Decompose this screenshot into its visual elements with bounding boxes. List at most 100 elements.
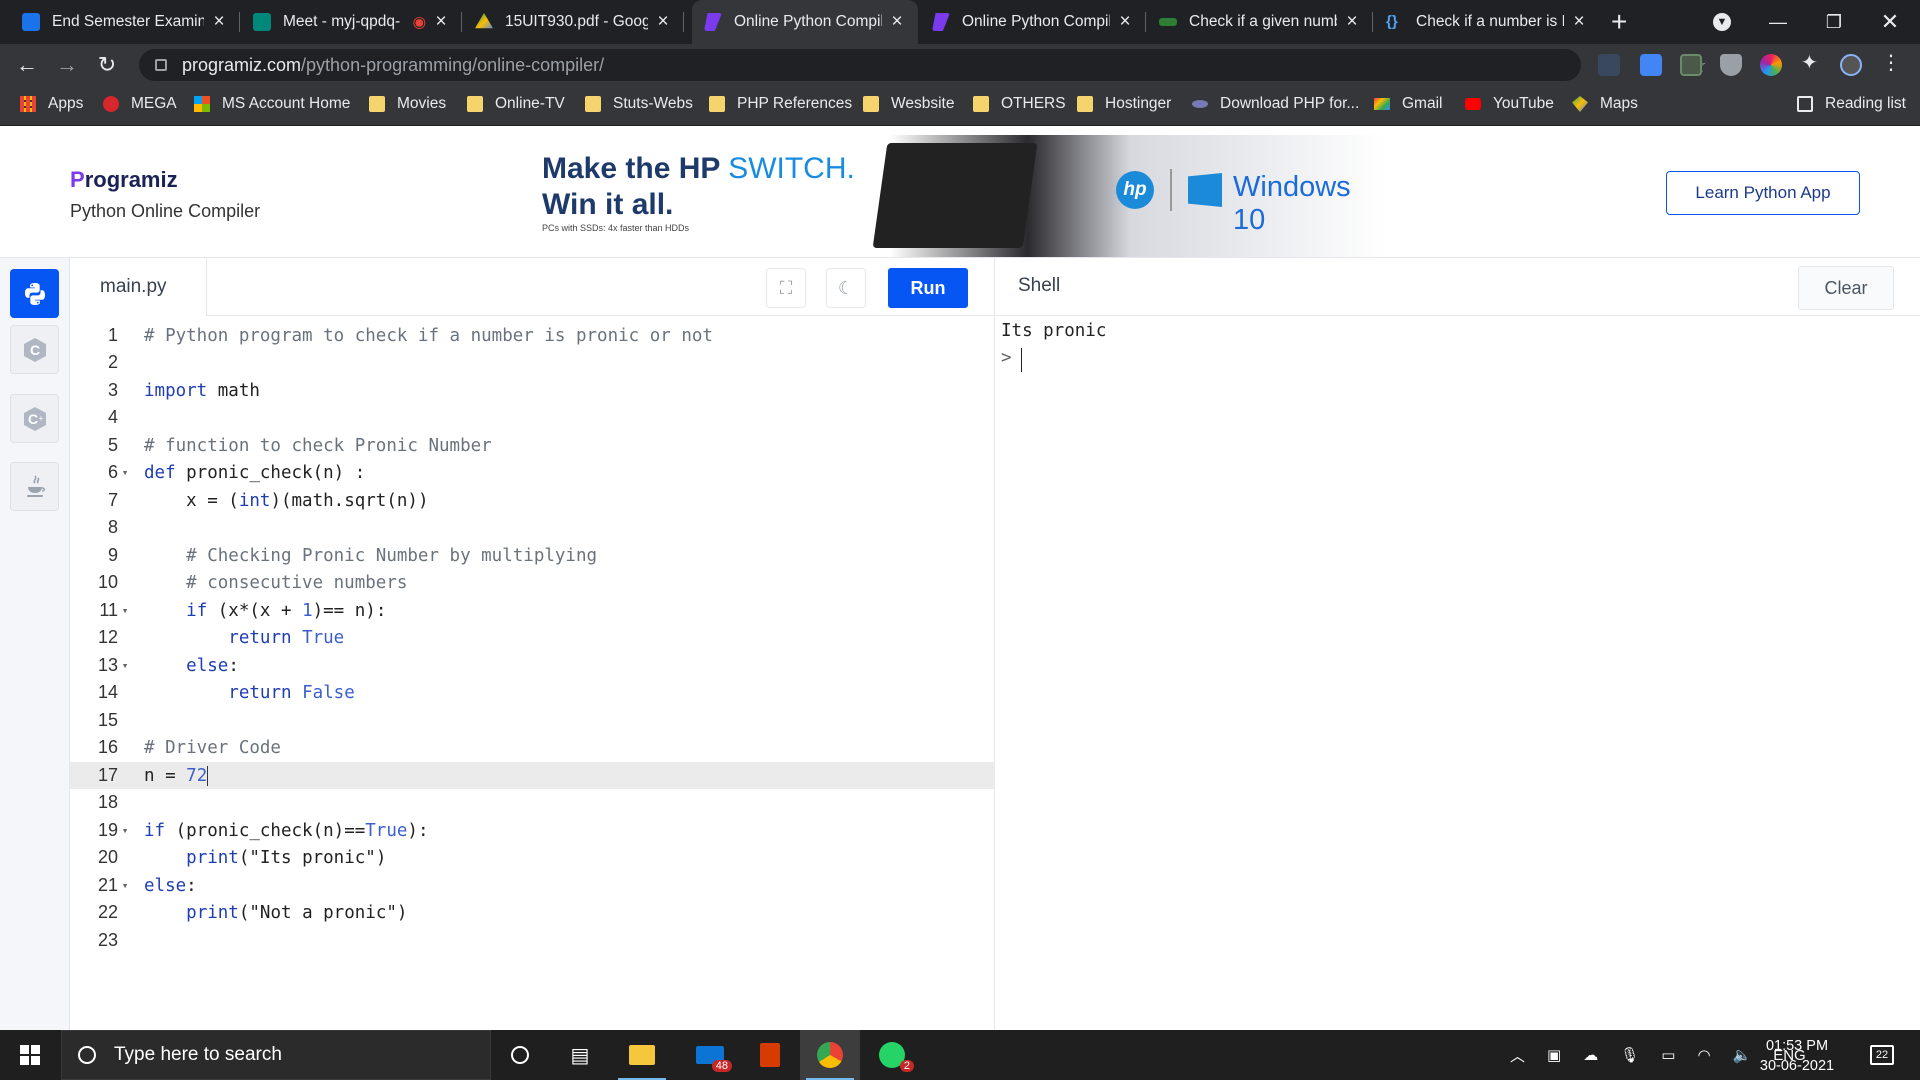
reading-list-button[interactable]: Reading list bbox=[1797, 95, 1906, 113]
minimize-icon[interactable]: — bbox=[1750, 0, 1806, 44]
close-tab-icon[interactable]: × bbox=[432, 11, 450, 33]
bookmarks-bar: Apps MEGA MS Account Home Movies Online-… bbox=[0, 86, 1920, 126]
bookmark-apps[interactable]: Apps bbox=[20, 95, 83, 113]
color-picker-icon[interactable] bbox=[1760, 54, 1782, 76]
close-tab-icon[interactable]: × bbox=[210, 11, 228, 33]
task-view-icon[interactable]: ▤ bbox=[550, 1030, 610, 1080]
fullscreen-icon[interactable]: ⛶ bbox=[766, 268, 806, 308]
dark-mode-moon-icon[interactable]: ☾ bbox=[826, 268, 866, 308]
extension-icon[interactable] bbox=[1680, 54, 1702, 76]
browser-tab-active[interactable]: Online Python Compil × bbox=[692, 0, 918, 44]
advertisement-banner[interactable]: Make the HP SWITCH. Win it all. PCs with … bbox=[530, 135, 1388, 257]
address-bar[interactable]: programiz.com/python-programming/online-… bbox=[139, 49, 1707, 81]
programiz-icon bbox=[932, 13, 950, 31]
windows-logo-icon bbox=[1188, 173, 1222, 207]
extension-icon[interactable] bbox=[1598, 54, 1620, 76]
classroom-icon bbox=[22, 13, 40, 31]
code-line: 22 print("Not a pronic") bbox=[97, 902, 408, 923]
forward-icon[interactable]: → bbox=[52, 50, 82, 80]
close-tab-icon[interactable]: × bbox=[1343, 11, 1361, 33]
taskbar-clock[interactable]: 01:53 PM 30-06-2021 bbox=[1752, 1036, 1842, 1076]
code-line: 2 bbox=[107, 352, 118, 372]
taskbar-search[interactable]: Type here to search bbox=[61, 1030, 491, 1080]
bookmark-ms-account[interactable]: MS Account Home bbox=[194, 95, 350, 113]
close-tab-icon[interactable]: × bbox=[1116, 11, 1134, 33]
code-line: 1 # Python program to check if a number i… bbox=[107, 325, 713, 346]
bookmark-download-php[interactable]: Download PHP for... bbox=[1192, 95, 1359, 113]
file-explorer-icon[interactable] bbox=[612, 1030, 672, 1080]
whatsapp-icon[interactable]: 2 bbox=[862, 1030, 922, 1080]
python-icon bbox=[24, 282, 45, 305]
code-line: 13 ▾ else: bbox=[97, 655, 239, 676]
bookmark-gmail[interactable]: Gmail bbox=[1374, 95, 1442, 113]
clear-button[interactable]: Clear bbox=[1798, 266, 1894, 310]
programiz-logo[interactable]: Programiz bbox=[70, 167, 178, 193]
bookmark-youtube[interactable]: YouTube bbox=[1465, 95, 1554, 113]
bookmark-folder-others[interactable]: OTHERS bbox=[973, 95, 1066, 113]
shield-icon[interactable] bbox=[1720, 54, 1742, 76]
bookmark-folder-php-references[interactable]: PHP References bbox=[709, 95, 852, 113]
code-line: 14 return False bbox=[97, 682, 355, 703]
folder-icon bbox=[585, 96, 601, 112]
volume-icon[interactable]: 🔈 bbox=[1733, 1046, 1752, 1064]
close-tab-icon[interactable]: × bbox=[1570, 11, 1588, 33]
avatar[interactable] bbox=[1840, 54, 1862, 76]
code-area[interactable]: 1 # Python program to check if a number i… bbox=[70, 316, 995, 1030]
chrome-icon[interactable] bbox=[800, 1030, 860, 1080]
bookmark-folder-movies[interactable]: Movies bbox=[369, 95, 446, 113]
browser-tab[interactable]: {} Check if a number is P × bbox=[1374, 0, 1600, 44]
close-tab-icon[interactable]: × bbox=[654, 11, 672, 33]
puzzle-icon[interactable]: ✦ bbox=[1801, 50, 1823, 74]
mail-icon[interactable]: 48 bbox=[680, 1030, 740, 1080]
shell-prompt[interactable]: > bbox=[1001, 348, 1012, 368]
cpp-language-button[interactable]: C + bbox=[10, 394, 59, 443]
tab-search-icon[interactable]: ▼ bbox=[1694, 0, 1750, 44]
c-language-button[interactable]: C bbox=[10, 325, 59, 374]
office-icon[interactable] bbox=[740, 1030, 800, 1080]
start-button[interactable] bbox=[0, 1030, 60, 1080]
meet-icon bbox=[253, 13, 271, 31]
browser-tab[interactable]: Meet - myj-qpdq- ◉ × bbox=[241, 0, 462, 44]
bookmark-maps[interactable]: Maps bbox=[1572, 95, 1638, 113]
battery-icon[interactable]: ▭ bbox=[1661, 1046, 1675, 1064]
file-tab-main-py[interactable]: main.py bbox=[70, 258, 207, 316]
onedrive-cloud-icon[interactable]: ☁ bbox=[1583, 1046, 1598, 1064]
code-line: 18 bbox=[97, 792, 118, 812]
code-line: 11 ▾ if (x*(x + 1)== n): bbox=[99, 600, 387, 621]
python-language-button[interactable] bbox=[10, 269, 59, 318]
bookmark-mega[interactable]: MEGA bbox=[103, 95, 177, 113]
browser-tab[interactable]: End Semester Examina × bbox=[10, 0, 240, 44]
learn-python-app-button[interactable]: Learn Python App bbox=[1666, 171, 1860, 215]
restore-icon[interactable]: ❐ bbox=[1806, 0, 1862, 44]
new-tab-button[interactable]: + bbox=[1611, 6, 1627, 38]
browser-tab[interactable]: Check if a given numb × bbox=[1147, 0, 1373, 44]
code-editor-panel: main.py ⛶ ☾ Run 1 # Python program to che… bbox=[70, 258, 995, 1030]
browser-tab[interactable]: 15UIT930.pdf - Googl × bbox=[463, 0, 684, 44]
close-window-icon[interactable]: ✕ bbox=[1862, 0, 1918, 44]
chevron-up-icon[interactable]: ︿ bbox=[1510, 1045, 1525, 1066]
language-sidebar: C C + bbox=[0, 258, 70, 1030]
back-icon[interactable]: ← bbox=[12, 50, 42, 80]
c-icon: C bbox=[23, 337, 46, 362]
notification-center-icon[interactable]: 22 bbox=[1866, 1040, 1898, 1070]
bookmark-folder-hostinger[interactable]: Hostinger bbox=[1077, 95, 1171, 113]
close-tab-icon[interactable]: × bbox=[888, 11, 906, 33]
bookmark-folder-online-tv[interactable]: Online-TV bbox=[467, 95, 565, 113]
meet-now-icon[interactable]: ▣ bbox=[1547, 1046, 1561, 1064]
translate-icon[interactable] bbox=[1640, 54, 1662, 76]
wifi-icon[interactable]: ◠ bbox=[1697, 1046, 1710, 1064]
reading-list-icon bbox=[1797, 96, 1813, 112]
bookmark-folder-stuts-webs[interactable]: Stuts-Webs bbox=[585, 95, 693, 113]
code-line: 19 ▾ if (pronic_check(n)==True): bbox=[97, 820, 429, 841]
reload-icon[interactable]: ↻ bbox=[92, 50, 122, 80]
menu-dots-icon[interactable]: ⋮ bbox=[1880, 50, 1902, 74]
code-line: 7 x = (int)(math.sqrt(n)) bbox=[107, 490, 429, 511]
run-button[interactable]: Run bbox=[888, 268, 968, 308]
cortana-icon[interactable] bbox=[490, 1030, 550, 1080]
code-line: 10 # consecutive numbers bbox=[97, 572, 408, 593]
java-language-button[interactable] bbox=[10, 462, 59, 511]
bookmark-folder-wesbsite[interactable]: Wesbsite bbox=[863, 95, 954, 113]
microphone-icon[interactable]: 🎙 bbox=[1620, 1046, 1639, 1064]
laptop-image bbox=[872, 143, 1038, 248]
browser-tab[interactable]: Online Python Compil × bbox=[920, 0, 1146, 44]
